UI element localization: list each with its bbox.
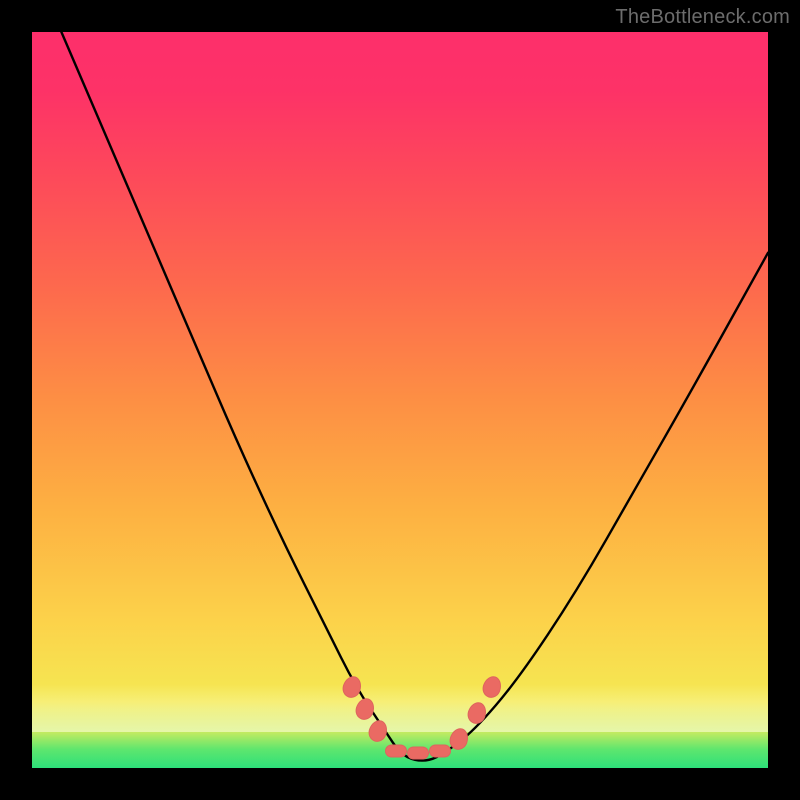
background-gradient xyxy=(32,32,768,768)
watermark-text: TheBottleneck.com xyxy=(615,6,790,29)
chart-frame: TheBottleneck.com xyxy=(0,0,800,800)
plot-area xyxy=(32,32,768,768)
